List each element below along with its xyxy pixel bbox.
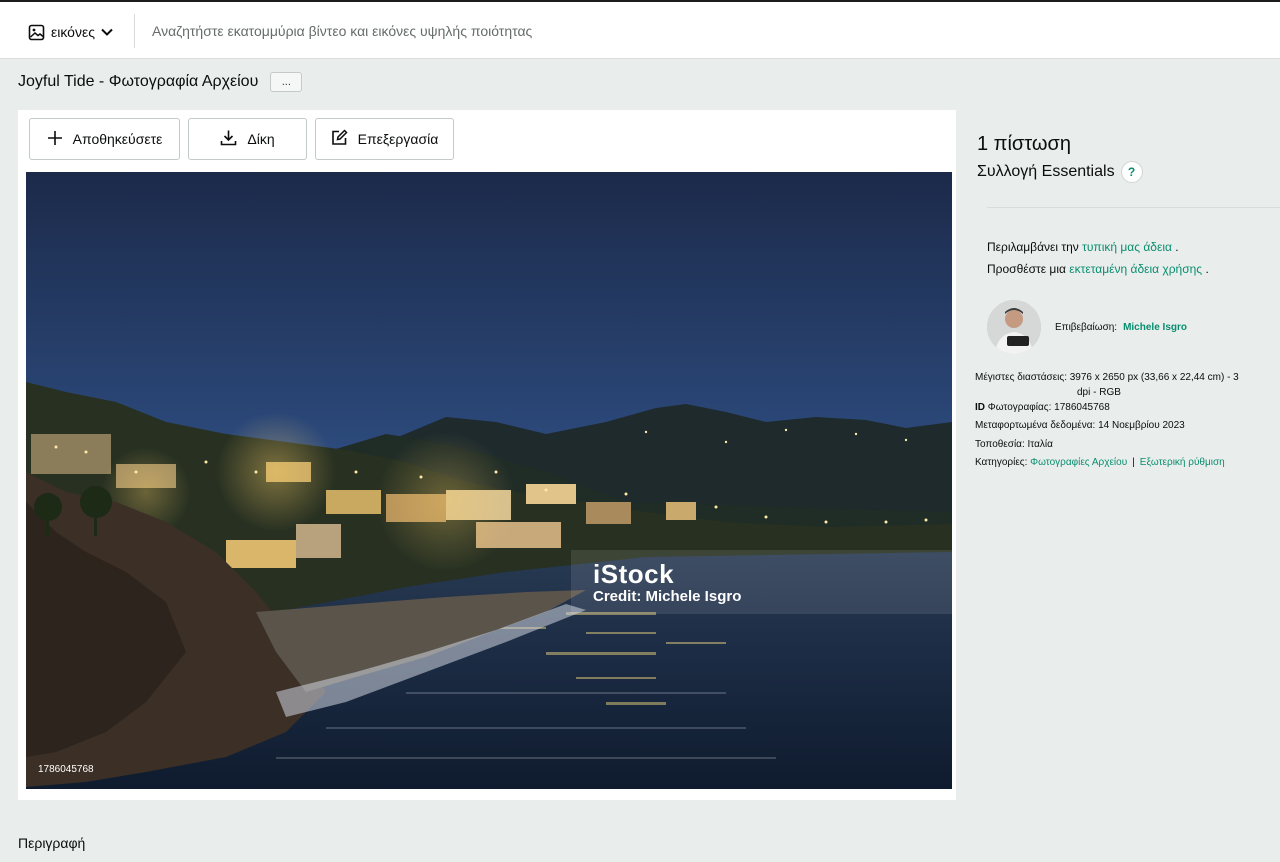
detail-value: Ιταλία — [1027, 438, 1053, 450]
license-text: Περιλαμβάνει την — [987, 240, 1079, 254]
collection-name: Συλλογή Essentials — [977, 163, 1115, 180]
license-line-standard: Περιλαμβάνει την τυπική μας άδεια . — [987, 236, 1209, 258]
license-info: Περιλαμβάνει την τυπική μας άδεια . Προσ… — [987, 236, 1209, 280]
page-title: Joyful Tide - Φωτογραφία Αρχείου — [18, 73, 259, 90]
search-input[interactable] — [150, 16, 854, 46]
license-text: . — [1175, 240, 1179, 254]
edit-button-label: Επεξεργασία — [357, 131, 439, 147]
category-link-outdoors[interactable]: Εξωτερική ρύθμιση — [1140, 457, 1225, 468]
contributor-label: Επιβεβαίωση: — [1055, 321, 1118, 333]
standard-license-link[interactable]: τυπική μας άδεια — [1082, 240, 1172, 254]
categories-row: Κατηγορίες: Φωτογραφίες Αρχείου | Εξωτερικ… — [975, 454, 1280, 473]
edit-icon — [331, 129, 348, 149]
title-row: Joyful Tide - Φωτογραφία Αρχείου ... — [18, 70, 303, 94]
details-panel: 1 πίστωση Συλλογή Essentials ? Περιλαμβά… — [957, 110, 1280, 800]
help-icon[interactable]: ? — [1120, 161, 1143, 183]
more-options-button[interactable]: ... — [270, 72, 303, 92]
avatar[interactable] — [987, 300, 1041, 354]
detail-label: Κατηγορίες: — [975, 457, 1028, 468]
divider — [987, 207, 1280, 208]
extended-license-link[interactable]: εκτεταμένη άδεια χρήσης — [1069, 262, 1202, 276]
description-heading: Περιγραφή — [18, 835, 86, 851]
watermark-band — [571, 550, 952, 614]
media-type-dropdown[interactable]: εικόνες — [28, 20, 113, 44]
license-text: Προσθέστε μια — [987, 262, 1066, 276]
contributor-name-link[interactable]: Michele Isgro — [1123, 322, 1187, 333]
download-icon — [220, 129, 237, 149]
try-button[interactable]: Δίκη — [188, 118, 307, 160]
image-icon — [28, 24, 45, 41]
edit-button[interactable]: Επεξεργασία — [315, 118, 454, 160]
stock-photo[interactable]: iStock Credit: Michele Isgro 1786045768 — [26, 172, 952, 789]
try-button-label: Δίκη — [247, 131, 275, 147]
category-link-stock-photos[interactable]: Φωτογραφίες Αρχείου — [1030, 457, 1127, 468]
detail-label: Μεταφορτωμένα δεδομένα: — [975, 420, 1096, 431]
save-button[interactable]: Αποθηκεύσετε — [29, 118, 180, 160]
media-type-label: εικόνες — [51, 24, 95, 40]
search-bar: εικόνες — [0, 2, 1280, 59]
image-toolbar: Αποθηκεύσετε Δίκη Επεξεργασία — [29, 118, 454, 160]
detail-label: Φωτογραφίας: — [987, 401, 1052, 413]
location-row: Τοποθεσία: Ιταλία — [975, 436, 1280, 455]
image-details: Μέγιστες διαστάσεις: 3976 x 2650 px (33,… — [975, 369, 1280, 473]
license-line-extended: Προσθέστε μια εκτεταμένη άδεια χρήσης . — [987, 258, 1209, 280]
category-separator: | — [1132, 457, 1135, 468]
image-panel: Αποθηκεύσετε Δίκη Επεξεργασία iStock Cre… — [18, 110, 956, 800]
credits-price: 1 πίστωση — [977, 133, 1071, 155]
plus-icon — [47, 130, 63, 149]
save-button-label: Αποθηκεύσετε — [72, 131, 163, 147]
collection-row: Συλλογή Essentials ? — [977, 161, 1143, 183]
dimensions-row-cont: dpi - RGB — [1077, 386, 1121, 398]
detail-label: ID — [975, 401, 985, 413]
search-divider — [134, 14, 135, 48]
detail-value: 1786045768 — [1054, 401, 1110, 413]
detail-value: 14 Νοεμβρίου 2023 — [1098, 420, 1185, 431]
dimensions-row: Μέγιστες διαστάσεις: 3976 x 2650 px (33,… — [975, 369, 1280, 388]
uploaded-row: Μεταφορτωμένα δεδομένα: 14 Νοεμβρίου 202… — [975, 417, 1280, 436]
chevron-down-icon — [101, 28, 113, 36]
detail-label: Τοποθεσία: — [975, 438, 1025, 450]
photo-id-overlay: 1786045768 — [38, 764, 94, 775]
detail-label: Μέγιστες διαστάσεις: — [975, 372, 1067, 383]
photo-id-row: ID Φωτογραφίας: 1786045768 — [975, 399, 1280, 418]
license-text: . — [1205, 262, 1209, 276]
detail-value: 3976 x 2650 px (33,66 x 22,44 cm) - 3 — [1069, 372, 1239, 383]
contributor: Επιβεβαίωση: Michele Isgro — [987, 300, 1187, 354]
